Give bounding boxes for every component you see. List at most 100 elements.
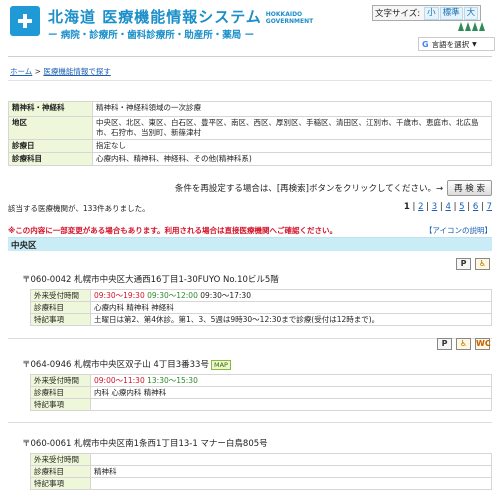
notes-label: 特記事項 [30, 477, 91, 490]
page-link[interactable]: 6 [473, 202, 478, 212]
hours-label: 外来受付時間 [30, 453, 91, 466]
table-row: 診療科目 精神科 [30, 465, 492, 478]
wc-icon: WC [475, 338, 491, 350]
search-criteria-table: 精神科・神経科 精神科・神経科領域の一次診療 地区 中央区、北区、東区、白石区、… [8, 101, 492, 166]
title-en-1: HOKKAIDO [265, 10, 303, 18]
hours-slot: 13:30～15:30 [147, 376, 198, 385]
page-link[interactable]: 4 [445, 202, 450, 212]
notes-label: 特記事項 [30, 313, 91, 326]
research-button[interactable]: 再 検 索 [447, 180, 492, 196]
table-row: 外来受付時間 [30, 453, 492, 466]
facility-info-table: 外来受付時間 09:00～11:30 13:30～15:30 診療科目 内科 心… [30, 374, 492, 411]
subjects-value: 精神科 [90, 465, 492, 478]
facility-icons: P ♿ WC [437, 338, 491, 350]
subjects-label: 診療科目 [30, 465, 91, 478]
criteria-row: 診療日 指定なし [8, 139, 492, 153]
title-en: HOKKAIDO GOVERNMENT [266, 11, 313, 25]
hours-value: 09:00～11:30 13:30～15:30 [90, 374, 492, 387]
breadcrumb-divider [8, 80, 492, 81]
subjects-label: 診療科目 [30, 386, 91, 399]
table-row: 特記事項 土曜日は第2、第4休診。第1、3、5週は9時30～12:30まで診療(… [30, 313, 492, 326]
facility-info-table: 外来受付時間 09:30～19:30 09:30～12:00 09:30～17:… [30, 289, 492, 326]
breadcrumb-current-link[interactable]: 医療機能情報で探す [43, 67, 111, 76]
plus-logo-icon [10, 6, 40, 36]
hours-value: 09:30～19:30 09:30～12:00 09:30～17:30 [90, 289, 492, 302]
language-select[interactable]: G 言語を選択 ▼ [418, 37, 495, 51]
chevron-down-icon: ▼ [472, 40, 477, 48]
criteria-row: 診療科目 心療内科、精神科、神経科、その他(精神科系) [8, 152, 492, 166]
site-title[interactable]: 北海道 医療機能情報システム HOKKAIDO GOVERNMENT [48, 6, 313, 27]
hours-slot: 09:00～11:30 [94, 376, 145, 385]
hours-slot: 09:30～12:00 [147, 291, 198, 300]
hours-slot: 09:30～17:30 [200, 291, 251, 300]
notes-label: 特記事項 [30, 398, 91, 411]
map-button[interactable]: MAP [210, 359, 231, 370]
criteria-value: 精神科・神経科領域の一次診療 [92, 101, 492, 117]
criteria-key: 診療日 [8, 139, 93, 153]
font-size-normal-button[interactable]: 標準 [439, 6, 463, 20]
notes-value [90, 398, 492, 411]
facility-info-table: 外来受付時間 診療科目 精神科 特記事項 [30, 453, 492, 490]
font-size-large-button[interactable]: 大 [463, 6, 479, 20]
table-row: 外来受付時間 09:30～19:30 09:30～12:00 09:30～17:… [30, 289, 492, 302]
page-link[interactable]: 7 [487, 202, 492, 212]
table-row: 外来受付時間 09:00～11:30 13:30～15:30 [30, 374, 492, 387]
result-count: 該当する医療機関が、133件ありました。 [8, 204, 150, 213]
table-row: 診療科目 内科 心療内科 精神科 [30, 386, 492, 399]
criteria-row: 精神科・神経科 精神科・神経科領域の一次診療 [8, 101, 492, 117]
change-notice: ※この内容に一部変更がある場合もあります。利用される場合は直接医療機関へご確認く… [8, 226, 338, 235]
site-header: 北海道 医療機能情報システム HOKKAIDO GOVERNMENT ー 病院・診療… [0, 0, 500, 56]
section-header-chuo: 中央区 [8, 237, 492, 251]
icon-help-link[interactable]: 【アイコンの説明】 [425, 225, 492, 236]
entry-separator [8, 422, 492, 423]
criteria-value: 指定なし [92, 139, 492, 153]
table-row: 特記事項 [30, 398, 492, 411]
hours-label: 外来受付時間 [30, 289, 91, 302]
page-link[interactable]: 3 [432, 202, 437, 212]
google-icon: G [422, 39, 429, 49]
criteria-value: 中央区、北区、東区、白石区、豊平区、南区、西区、厚別区、手稲区、清田区、江別市、… [92, 116, 492, 140]
title-en-2: GOVERNMENT [265, 17, 314, 25]
hours-slot: 09:30～19:30 [94, 291, 145, 300]
research-instruction: 条件を再設定する場合は、[再検索]ボタンをクリックしてください。→ [174, 184, 444, 194]
header-divider [8, 56, 492, 57]
criteria-row: 地区 中央区、北区、東区、白石区、豊平区、南区、西区、厚別区、手稲区、清田区、江… [8, 116, 492, 140]
facility-address: 〒060-0061 札幌市中央区南1条西1丁目13-1 マナー白鳥805号 [22, 439, 268, 449]
criteria-key: 地区 [8, 116, 93, 140]
language-select-label: 言語を選択 [431, 39, 470, 49]
site-subtitle: ー 病院・診療所・歯科診療所・助産所・薬局 ー [48, 30, 255, 41]
page-link[interactable]: 2 [418, 202, 423, 212]
forest-icon [458, 22, 492, 34]
table-row: 特記事項 [30, 477, 492, 490]
entry-separator [8, 338, 492, 339]
font-size-small-button[interactable]: 小 [424, 6, 439, 20]
page-current: 1 [403, 202, 410, 212]
breadcrumb: ホーム > 医療機能情報で探す [10, 66, 111, 77]
wheelchair-icon: ♿ [456, 338, 471, 350]
facility-address-text: 〒064-0946 札幌市中央区双子山 4丁目3番33号 [22, 360, 209, 370]
pagination: 1 | 2 | 3 | 4 | 5 | 6 | 7 [403, 202, 492, 212]
page-link[interactable]: 5 [459, 202, 464, 212]
subjects-value: 内科 心療内科 精神科 [90, 386, 492, 399]
subjects-label: 診療科目 [30, 301, 91, 314]
parking-icon: P [456, 258, 471, 270]
criteria-value: 心療内科、精神科、神経科、その他(精神科系) [92, 152, 492, 166]
facility-address: 〒064-0946 札幌市中央区双子山 4丁目3番33号 MAP [22, 358, 231, 370]
wheelchair-icon: ♿ [475, 258, 490, 270]
notes-value [90, 477, 492, 490]
facility-address: 〒060-0042 札幌市中央区大通西16丁目1-30FUYO No.10ビル5… [22, 275, 279, 285]
table-row: 診療科目 心療内科 精神科 神経科 [30, 301, 492, 314]
font-size-label: 文字サイズ: [375, 9, 421, 19]
criteria-key: 診療科目 [8, 152, 93, 166]
hours-label: 外来受付時間 [30, 374, 91, 387]
breadcrumb-home-link[interactable]: ホーム [10, 67, 32, 76]
criteria-key: 精神科・神経科 [8, 101, 93, 117]
subjects-value: 心療内科 精神科 神経科 [90, 301, 492, 314]
hours-value [90, 453, 492, 466]
facility-icons: P ♿ [456, 258, 490, 270]
site-title-text: 北海道 医療機能情報システム [48, 8, 262, 26]
font-size-switcher: 文字サイズ: 小 標準 大 [372, 5, 482, 21]
research-bar: 条件を再設定する場合は、[再検索]ボタンをクリックしてください。→ 再 検 索 [141, 180, 492, 196]
parking-icon: P [437, 338, 452, 350]
breadcrumb-separator: > [32, 67, 44, 76]
